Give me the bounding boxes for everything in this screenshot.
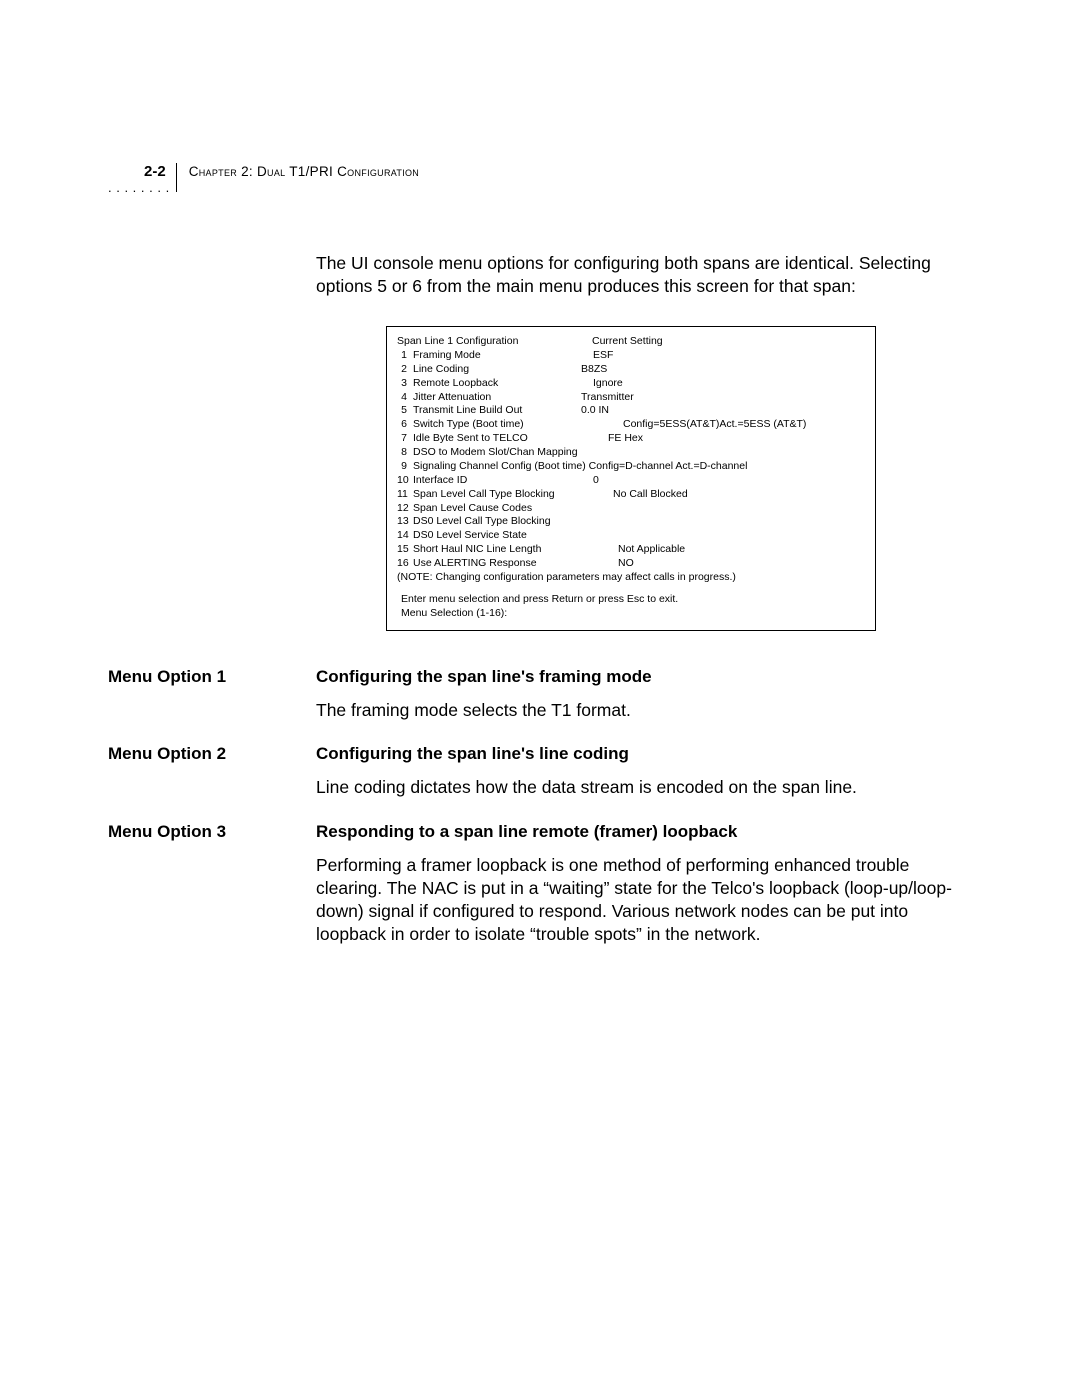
console-row: 16Use ALERTING ResponseNO — [397, 557, 865, 571]
console-row-label: DSO to Modem Slot/Chan Mapping — [413, 446, 643, 460]
option-text: The framing mode selects the T1 format. — [316, 699, 972, 722]
console-row-setting: ESF — [593, 349, 613, 363]
console-row-label: Idle Byte Sent to TELCO — [413, 432, 608, 446]
console-row-label: Short Haul NIC Line Length — [413, 543, 618, 557]
option-label: Menu Option 1 — [108, 667, 316, 687]
console-row-setting: 0 — [593, 474, 599, 488]
console-row-label: Use ALERTING Response — [413, 557, 618, 571]
console-row-num: 12 — [397, 502, 413, 516]
console-row-label: Switch Type (Boot time) — [413, 418, 623, 432]
console-row: 14DS0 Level Service State — [397, 529, 865, 543]
console-screenshot: Span Line 1 Configuration Current Settin… — [386, 326, 876, 631]
console-row-num: 15 — [397, 543, 413, 557]
option-heading: Responding to a span line remote (framer… — [316, 822, 972, 842]
page-header: 2-2 . . . . . . . . Chapter 2: Dual T1/P… — [108, 163, 972, 192]
console-row: 3Remote LoopbackIgnore — [397, 377, 865, 391]
console-row-setting: No Call Blocked — [613, 488, 688, 502]
intro-block: The UI console menu options for configur… — [316, 252, 976, 631]
console-row-setting: Transmitter — [581, 391, 634, 405]
console-row-num: 10 — [397, 474, 413, 488]
console-title-left: Span Line 1 Configuration — [397, 335, 592, 349]
menu-option-block: Menu Option 2Configuring the span line's… — [316, 744, 972, 799]
console-row-num: 3 — [397, 377, 413, 391]
console-selection: Menu Selection (1-16): — [397, 607, 865, 621]
console-row-label: Span Level Cause Codes — [413, 502, 613, 516]
console-row-num: 1 — [397, 349, 413, 363]
console-row: 12Span Level Cause Codes — [397, 502, 865, 516]
console-row-num: 5 — [397, 404, 413, 418]
option-text: Performing a framer loopback is one meth… — [316, 854, 972, 946]
console-row-setting: NO — [618, 557, 634, 571]
console-row-num: 2 — [397, 363, 413, 377]
option-label: Menu Option 2 — [108, 744, 316, 764]
console-row-label: Span Level Call Type Blocking — [413, 488, 613, 502]
console-row-label: Jitter Attenuation — [413, 391, 581, 405]
console-row: 11Span Level Call Type BlockingNo Call B… — [397, 488, 865, 502]
console-row-num: 6 — [397, 418, 413, 432]
console-note: (NOTE: Changing configuration parameters… — [397, 571, 865, 585]
console-row-label: DS0 Level Call Type Blocking — [413, 515, 613, 529]
console-row-label: Framing Mode — [413, 349, 593, 363]
intro-paragraph: The UI console menu options for configur… — [316, 252, 976, 298]
option-text: Line coding dictates how the data stream… — [316, 776, 972, 799]
console-row: 1Framing ModeESF — [397, 349, 865, 363]
header-left: 2-2 . . . . . . . . — [108, 163, 177, 192]
option-heading: Configuring the span line's framing mode — [316, 667, 972, 687]
console-row-num: 11 — [397, 488, 413, 502]
option-body: Responding to a span line remote (framer… — [316, 822, 972, 946]
option-body: Configuring the span line's line coding L… — [316, 744, 972, 799]
console-row: 5Transmit Line Build Out0.0 IN — [397, 404, 865, 418]
console-title-right: Current Setting — [592, 335, 663, 349]
console-row: 15Short Haul NIC Line LengthNot Applicab… — [397, 543, 865, 557]
console-row-label: DS0 Level Service State — [413, 529, 613, 543]
page-number: 2-2 — [144, 163, 166, 180]
console-row-num: 9 — [397, 460, 413, 474]
console-row: 6Switch Type (Boot time)Config=5ESS(AT&T… — [397, 418, 865, 432]
menu-option-block: Menu Option 1Configuring the span line's… — [316, 667, 972, 722]
menu-option-block: Menu Option 3Responding to a span line r… — [316, 822, 972, 946]
console-row-setting: FE Hex — [608, 432, 643, 446]
console-row: 4Jitter AttenuationTransmitter — [397, 391, 865, 405]
console-row-label: Interface ID — [413, 474, 593, 488]
console-row: 8DSO to Modem Slot/Chan Mapping — [397, 446, 865, 460]
console-row: 10Interface ID0 — [397, 474, 865, 488]
console-row-num: 8 — [397, 446, 413, 460]
console-row: 7Idle Byte Sent to TELCOFE Hex — [397, 432, 865, 446]
console-row-num: 7 — [397, 432, 413, 446]
console-row-setting: 0.0 IN — [581, 404, 609, 418]
console-row-label: Remote Loopback — [413, 377, 593, 391]
console-row: 9Signaling Channel Config (Boot time) Co… — [397, 460, 865, 474]
console-row-num: 16 — [397, 557, 413, 571]
console-row-setting: Config=5ESS(AT&T)Act.=5ESS (AT&T) — [623, 418, 806, 432]
console-prompt: Enter menu selection and press Return or… — [397, 593, 865, 607]
decorative-dots: . . . . . . . . — [108, 184, 170, 192]
option-label: Menu Option 3 — [108, 822, 316, 842]
console-row-label: Line Coding — [413, 363, 581, 377]
console-row-label: Transmit Line Build Out — [413, 404, 581, 418]
console-row: 13DS0 Level Call Type Blocking — [397, 515, 865, 529]
console-row-num: 14 — [397, 529, 413, 543]
option-heading: Configuring the span line's line coding — [316, 744, 972, 764]
console-row-label: Signaling Channel Config (Boot time) Con… — [413, 460, 813, 474]
console-row-num: 13 — [397, 515, 413, 529]
console-row-setting: B8ZS — [581, 363, 607, 377]
option-body: Configuring the span line's framing mode… — [316, 667, 972, 722]
console-row-setting: Ignore — [593, 377, 623, 391]
chapter-title: Chapter 2: Dual T1/PRI Configuration — [189, 163, 419, 179]
console-row: 2Line CodingB8ZS — [397, 363, 865, 377]
console-row-setting: Not Applicable — [618, 543, 685, 557]
console-row-num: 4 — [397, 391, 413, 405]
